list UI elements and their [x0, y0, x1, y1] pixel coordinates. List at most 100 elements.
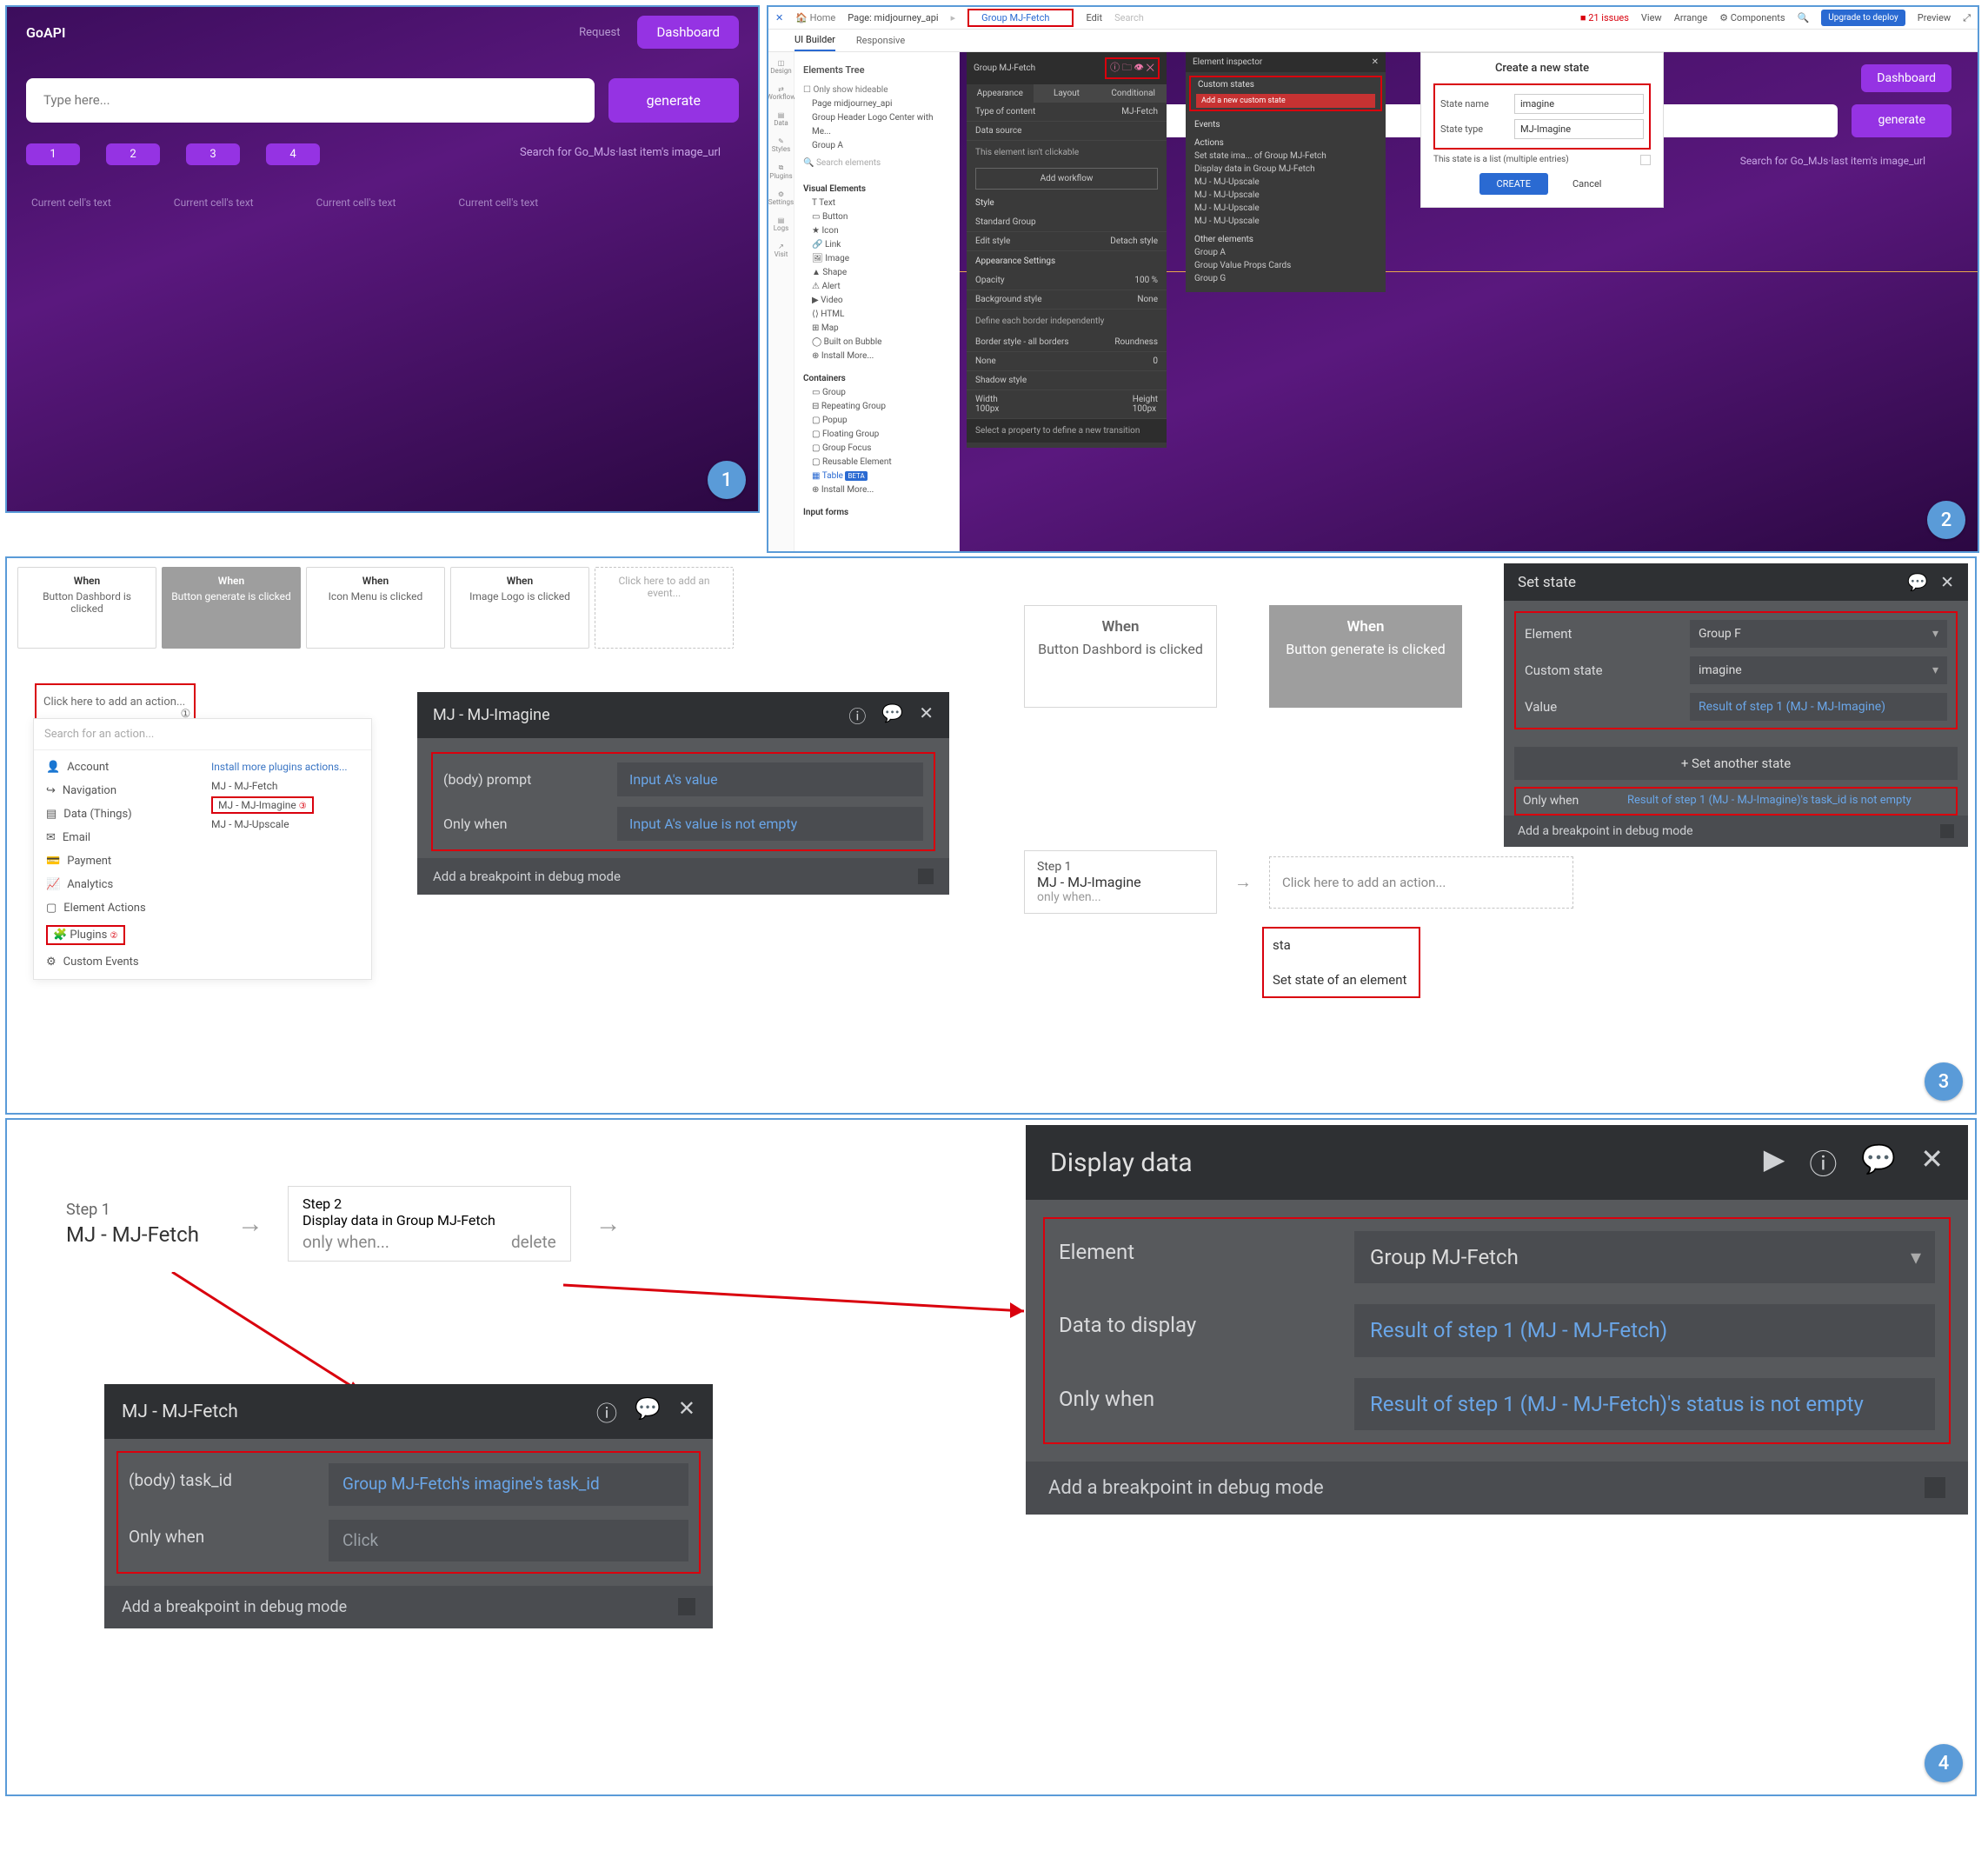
prompt-expression[interactable]: Input A's value — [617, 762, 923, 796]
el-fg[interactable]: ▢ Floating Group — [803, 428, 950, 442]
state-list-checkbox[interactable] — [1640, 155, 1651, 165]
info-icon[interactable]: ⓘ — [596, 1396, 617, 1427]
num-1[interactable]: 1 — [26, 143, 80, 165]
el-install[interactable]: ⊕ Install More... — [803, 350, 950, 363]
el-alert[interactable]: ⚠ Alert — [803, 280, 950, 294]
el-built[interactable]: ◯ Built on Bubble — [803, 336, 950, 350]
close-icon[interactable]: ✕ — [678, 1396, 695, 1427]
action-item[interactable]: MJ - MJ-Imagine ③ — [199, 796, 371, 815]
cancel-button[interactable]: Cancel — [1569, 173, 1605, 195]
cat-plugins[interactable]: 🧩 Plugins ② — [34, 920, 199, 950]
info-icon[interactable]: ⓘ — [848, 702, 866, 728]
wf-event-card[interactable]: WhenIcon Menu is clicked — [306, 567, 445, 649]
step-2[interactable]: Step 2 Display data in Group MJ-Fetch on… — [288, 1186, 571, 1262]
cat-payment[interactable]: 💳 Payment — [34, 849, 199, 873]
taskid-expression[interactable]: Group MJ-Fetch's imagine's task_id — [329, 1463, 688, 1506]
tab-ui-builder[interactable]: UI Builder — [795, 30, 835, 51]
el-icon[interactable]: ★ Icon — [803, 224, 950, 238]
el-video[interactable]: ▶ Video — [803, 294, 950, 308]
breakpoint-checkbox[interactable] — [1925, 1477, 1945, 1498]
el-map[interactable]: ⊞ Map — [803, 322, 950, 336]
rail-logs[interactable]: ▤Logs — [774, 216, 789, 232]
action-search[interactable]: Search for an action... — [34, 719, 371, 750]
action-item[interactable]: MJ - MJ-Upscale — [199, 815, 371, 834]
insp-other[interactable]: Group Value Props Cards — [1194, 259, 1377, 272]
rail-plugins[interactable]: ⧉Plugins — [769, 163, 792, 180]
value-expression[interactable]: Result of step 1 (MJ - MJ-Imagine) — [1690, 693, 1947, 721]
insp-action[interactable]: MJ - MJ-Upscale — [1194, 189, 1377, 202]
dashboard-button[interactable]: Dashboard — [637, 16, 739, 49]
el-install2[interactable]: ⊕ Install More... — [803, 483, 950, 497]
el-popup[interactable]: ▢ Popup — [803, 414, 950, 428]
edit-menu[interactable]: Edit — [1086, 12, 1102, 23]
el-group[interactable]: ▭ Group — [803, 386, 950, 400]
el-gf[interactable]: ▢ Group Focus — [803, 442, 950, 456]
close-icon[interactable]: ✕ — [1372, 57, 1379, 67]
tab-responsive[interactable]: Responsive — [856, 35, 905, 46]
element-dropdown[interactable]: Group F — [1690, 620, 1947, 648]
onlywhen-expression[interactable]: Click — [329, 1520, 688, 1562]
breakpoint-checkbox[interactable] — [918, 869, 934, 884]
el-html[interactable]: ⟨⟩ HTML — [803, 308, 950, 322]
tab-conditional[interactable]: Conditional — [1100, 84, 1167, 103]
tree-item[interactable]: Group Header Logo Center with Me... — [803, 111, 950, 139]
el-button[interactable]: ▭ Button — [803, 210, 950, 224]
cat-navigation[interactable]: ↪ Navigation — [34, 779, 199, 802]
step-1[interactable]: Step 1 MJ - MJ-Fetch — [66, 1192, 213, 1255]
rail-styles[interactable]: ✎Styles — [772, 137, 790, 153]
num-4[interactable]: 4 — [266, 143, 320, 165]
element-dropdown[interactable]: Group MJ-Fetch — [1354, 1231, 1935, 1283]
insp-other[interactable]: Group A — [1194, 246, 1377, 259]
home-icon[interactable]: 🏠 Home — [795, 12, 835, 23]
rail-visit[interactable]: ↗Visit — [775, 243, 788, 258]
set-another-state[interactable]: + Set another state — [1514, 747, 1958, 780]
search-icon[interactable]: 🔍 — [1798, 12, 1810, 23]
canvas-dashboard[interactable]: Dashboard — [1861, 64, 1951, 92]
el-text[interactable]: T Text — [803, 196, 950, 210]
num-2[interactable]: 2 — [106, 143, 160, 165]
create-button[interactable]: CREATE — [1479, 173, 1549, 195]
add-action-link[interactable]: Click here to add an action... — [43, 696, 185, 709]
breakpoint-checkbox[interactable] — [678, 1598, 695, 1615]
tab-layout[interactable]: Layout — [1034, 84, 1100, 103]
el-link[interactable]: 🔗 Link — [803, 238, 950, 252]
issues-indicator[interactable]: ■ 21 issues — [1580, 12, 1629, 23]
tree-item[interactable]: Group A — [803, 139, 950, 153]
add-workflow-button[interactable]: Add workflow — [975, 168, 1158, 190]
state-type-dropdown[interactable]: MJ-Imagine — [1514, 119, 1644, 139]
info-icon[interactable]: ⓘ — [1809, 1142, 1837, 1182]
cat-account[interactable]: 👤 Account — [34, 756, 199, 779]
install-plugins-link[interactable]: Install more plugins actions... — [199, 757, 371, 776]
wf-event-card[interactable]: WhenImage Logo is clicked — [450, 567, 589, 649]
custom-state-dropdown[interactable]: imagine — [1690, 656, 1947, 684]
cat-element-actions[interactable]: ▢ Element Actions — [34, 896, 199, 920]
onlywhen-expression[interactable]: Result of step 1 (MJ - MJ-Fetch)'s statu… — [1354, 1378, 1935, 1430]
expand-icon[interactable]: ⤢ — [1963, 12, 1971, 24]
arrange-menu[interactable]: Arrange — [1674, 12, 1707, 23]
action-item[interactable]: MJ - MJ-Fetch — [199, 776, 371, 796]
rail-data[interactable]: ▤Data — [774, 111, 788, 127]
cat-data[interactable]: ▤ Data (Things) — [34, 802, 199, 826]
rail-settings[interactable]: ⚙Settings — [768, 190, 794, 206]
wf-event-card[interactable]: WhenButton generate is clicked — [162, 567, 301, 649]
add-action-placeholder[interactable]: Click here to add an action... — [1269, 856, 1573, 909]
onlywhen-expression[interactable]: Input A's value is not empty — [617, 807, 923, 841]
el-table[interactable]: ▦ Table BETA — [803, 469, 950, 483]
el-image[interactable]: 🖼 Image — [803, 252, 950, 266]
state-name-input[interactable]: imagine — [1514, 94, 1644, 114]
el-re[interactable]: ▢ Reusable Element — [803, 456, 950, 469]
top-search[interactable]: Search — [1114, 12, 1144, 23]
breakpoint-checkbox[interactable] — [1940, 824, 1954, 838]
cat-custom-events[interactable]: ⚙ Custom Events — [34, 950, 199, 974]
el-shape[interactable]: ▲ Shape — [803, 266, 950, 280]
rail-workflow[interactable]: ⇄Workflow — [767, 85, 795, 101]
chat-icon[interactable]: 💬 — [1907, 572, 1928, 592]
wf-event-card[interactable]: WhenButton Dashbord is clicked — [17, 567, 156, 649]
close-icon[interactable]: ✕ — [1940, 572, 1954, 592]
view-menu[interactable]: View — [1641, 12, 1662, 23]
chat-icon[interactable]: 💬 — [881, 702, 903, 728]
chat-icon[interactable]: 💬 — [1861, 1142, 1896, 1182]
data-expression[interactable]: Result of step 1 (MJ - MJ-Fetch) — [1354, 1304, 1935, 1356]
rail-design[interactable]: ◫Design — [770, 59, 791, 75]
generate-button[interactable]: generate — [608, 78, 739, 123]
